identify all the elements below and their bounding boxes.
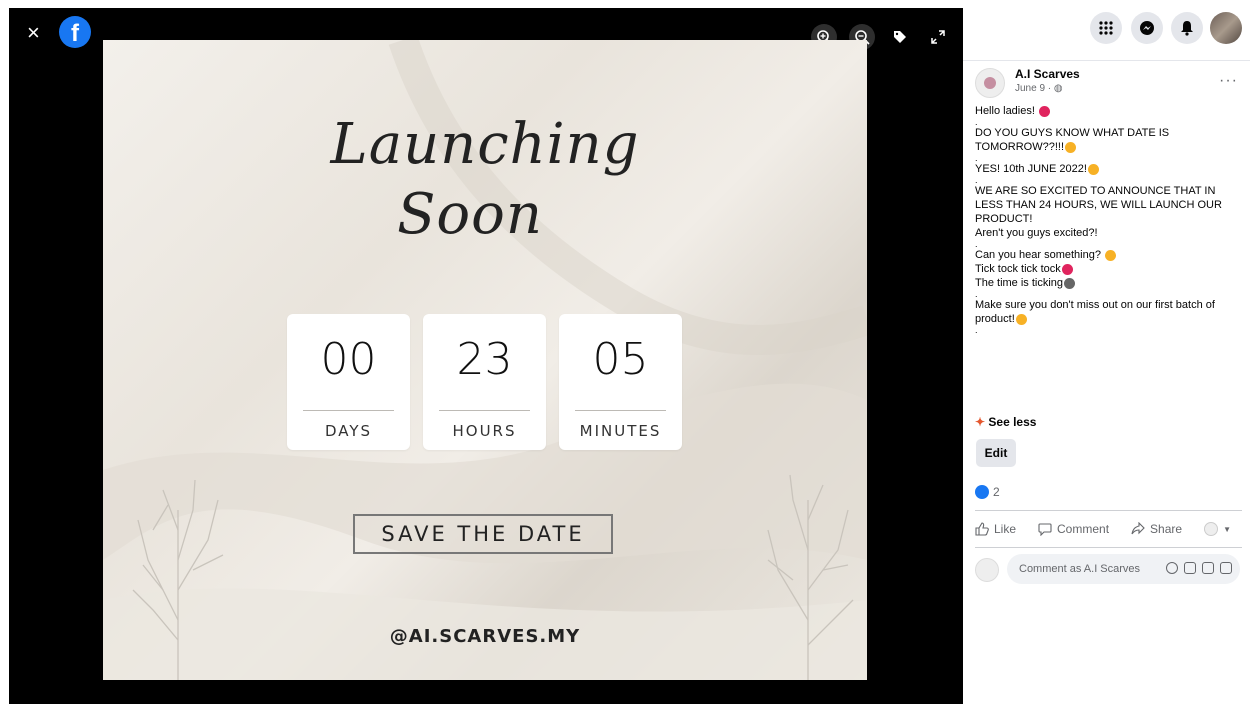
post-line: Tick tock tick tock	[975, 262, 1237, 276]
save-the-date-banner: SAVE THE DATE	[353, 514, 613, 554]
post-text: Hello ladies! . DO YOU GUYS KNOW WHAT DA…	[975, 104, 1237, 335]
text: YES! 10th JUNE 2022!	[975, 163, 1087, 175]
tag-icon[interactable]	[887, 24, 913, 50]
top-header	[963, 0, 1250, 61]
divider	[439, 410, 530, 411]
countdown: 00 DAYS 23 HOURS 05 MINUTES	[287, 314, 682, 450]
countdown-card-days: 00 DAYS	[287, 314, 410, 450]
post-header: A.I Scarves June 9 · ◍ ···	[975, 66, 1238, 100]
comment-composer: Comment as A.I Scarves	[975, 554, 1240, 586]
dry-branch-left	[132, 479, 224, 680]
post-line: .	[975, 239, 978, 249]
see-less-link[interactable]: ✦ See less	[975, 415, 1036, 429]
text: The time is ticking	[975, 277, 1064, 289]
share-button[interactable]: Share	[1131, 522, 1182, 536]
divider	[575, 410, 666, 411]
countdown-label: MINUTES	[579, 422, 662, 440]
post-sidebar: A.I Scarves June 9 · ◍ ··· Hello ladies!…	[963, 60, 1250, 704]
like-reaction-icon	[975, 485, 989, 499]
thinking-emoji-icon	[1065, 141, 1077, 153]
comment-input[interactable]: Comment as A.I Scarves	[1007, 554, 1240, 584]
script-line-2: Soon	[397, 182, 543, 247]
script-line-1: Launching	[330, 112, 640, 177]
countdown-label: HOURS	[452, 422, 517, 440]
text: Make sure you don't miss out on our firs…	[975, 299, 1215, 325]
photo-viewer: × f Launching Soon 00 DAYS 23 HOURS 05 M…	[9, 8, 963, 704]
like-button[interactable]: Like	[975, 522, 1016, 536]
commenter-avatar	[975, 558, 999, 582]
dry-branch-right	[767, 474, 854, 680]
post-line: .	[975, 325, 978, 335]
post-line: The time is ticking	[975, 276, 1237, 290]
heart-eyes-emoji-icon	[1038, 105, 1050, 117]
post-date[interactable]: June 9 ·	[1015, 83, 1054, 94]
post-line: .	[975, 153, 978, 163]
party-emoji-icon	[1087, 163, 1099, 175]
page-avatar-small	[1204, 522, 1219, 536]
facebook-logo-icon[interactable]: f	[59, 16, 91, 48]
post-line: .	[975, 117, 978, 127]
text: Can you hear something?	[975, 249, 1101, 261]
text: Tick tock tick tock	[975, 263, 1061, 275]
more-options-icon[interactable]: ···	[1219, 72, 1238, 90]
countdown-value: 05	[592, 334, 649, 385]
thumbs-up-icon	[975, 522, 989, 536]
reaction-count: 2	[993, 485, 1000, 499]
camera-icon[interactable]	[1184, 562, 1196, 574]
like-label: Like	[994, 522, 1017, 536]
post-line: Hello ladies!	[975, 104, 1237, 118]
text: Hello ladies!	[975, 105, 1035, 117]
notifications-bell-icon[interactable]	[1171, 12, 1203, 44]
post-photo: Launching Soon 00 DAYS 23 HOURS 05 MINUT…	[103, 40, 867, 680]
post-line: Make sure you don't miss out on our firs…	[975, 298, 1237, 326]
post-line: DO YOU GUYS KNOW WHAT DATE IS TOMORROW??…	[975, 126, 1237, 154]
post-line: .	[975, 175, 978, 185]
countdown-value: 00	[320, 334, 377, 385]
comment-icon	[1038, 523, 1052, 536]
share-icon	[1131, 522, 1145, 535]
share-label: Share	[1150, 522, 1183, 536]
close-icon[interactable]: ×	[27, 22, 40, 44]
wink-emoji-icon	[1015, 313, 1027, 325]
smirk-emoji-icon	[1105, 249, 1117, 261]
profile-avatar[interactable]	[1210, 12, 1242, 44]
post-line: Aren't you guys excited?!	[975, 227, 1098, 239]
emoji-icon[interactable]	[1166, 562, 1178, 574]
post-line: YES! 10th JUNE 2022!	[975, 162, 1237, 176]
menu-grid-icon[interactable]	[1090, 12, 1122, 44]
post-actions: Like Comment Share ▼	[975, 510, 1242, 548]
divider	[303, 410, 394, 411]
launching-soon-title: Launching Soon	[103, 110, 867, 250]
post-meta: June 9 · ◍	[1015, 83, 1063, 94]
audience-globe-icon[interactable]: ◍	[1054, 83, 1063, 94]
chevron-down-icon: ▼	[1223, 524, 1231, 534]
messenger-icon[interactable]	[1131, 12, 1163, 44]
comment-placeholder: Comment as A.I Scarves	[1019, 563, 1141, 575]
butterfly-emoji-icon: ✦	[975, 415, 986, 429]
countdown-card-minutes: 05 MINUTES	[559, 314, 682, 450]
post-line: .	[975, 289, 978, 299]
sticker-icon[interactable]	[1220, 562, 1232, 574]
countdown-card-hours: 23 HOURS	[423, 314, 546, 450]
countdown-label: DAYS	[324, 422, 373, 440]
comment-tools	[1166, 562, 1232, 574]
reaction-summary[interactable]: 2	[975, 485, 1000, 499]
countdown-value: 23	[456, 334, 513, 385]
post-line: Can you hear something?	[975, 248, 1237, 262]
post-author[interactable]: A.I Scarves	[1015, 67, 1080, 81]
comment-button[interactable]: Comment	[1038, 522, 1109, 536]
eyes-emoji-icon	[1064, 277, 1076, 289]
comment-label: Comment	[1057, 522, 1110, 536]
alarm-clock-emoji-icon	[1061, 263, 1073, 275]
edit-button[interactable]: Edit	[976, 439, 1016, 467]
post-as-selector[interactable]: ▼	[1204, 522, 1231, 536]
gif-icon[interactable]	[1202, 562, 1214, 574]
post-line: WE ARE SO EXCITED TO ANNOUNCE THAT IN LE…	[975, 185, 1222, 225]
fullscreen-icon[interactable]	[925, 24, 951, 50]
page-avatar[interactable]	[975, 68, 1005, 98]
see-less-label: See less	[988, 415, 1037, 429]
